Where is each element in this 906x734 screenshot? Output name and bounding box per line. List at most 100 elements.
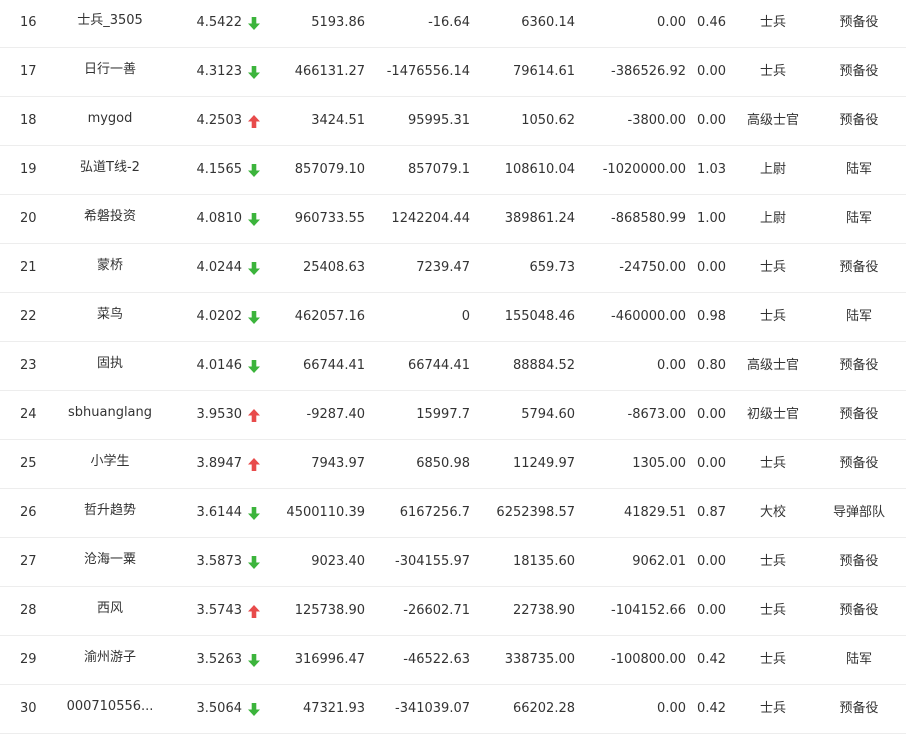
trader-name-link[interactable]: mygod [58, 97, 162, 145]
value-cell-1: 66744.41 [302, 358, 365, 373]
trend-cell [247, 636, 261, 684]
rank-cell: 24 [20, 407, 37, 422]
value-cell-5: 0.42 [697, 701, 726, 716]
value-cell-1: -9287.40 [306, 407, 365, 422]
rank-cell: 23 [20, 358, 37, 373]
table-row[interactable]: 20 希磐投资 4.0810 960733.55 1242204.44 389861.24… [0, 195, 906, 244]
value-cell-2: -304155.97 [395, 554, 470, 569]
value-cell-3: 18135.60 [512, 554, 575, 569]
table-row[interactable]: 19 弘道T线-2 4.1565 857079.10 857079.1 108610.04… [0, 146, 906, 195]
table-row[interactable]: 29 渝州游子 3.5263 316996.47 -46522.63 338735.00 -… [0, 636, 906, 685]
value-cell-2: 1242204.44 [391, 211, 470, 226]
value-cell-3: 155048.46 [504, 309, 575, 324]
value-cell-1: 466131.27 [294, 64, 365, 79]
military-rank-cell: 士兵 [759, 260, 786, 275]
score-cell: 4.3123 [196, 64, 243, 79]
trader-name-link[interactable]: 弘道T线-2 [58, 146, 162, 194]
table-row[interactable]: 30 000710556... 3.5064 47321.93 -341039.07 66… [0, 685, 906, 734]
value-cell-3: 6360.14 [521, 15, 575, 30]
table-row[interactable]: 18 mygod 4.2503 3424.51 95995.31 1050.62 -3800… [0, 97, 906, 146]
value-cell-2: -46522.63 [403, 652, 470, 667]
trader-name-link[interactable]: 哲升趋势 [58, 489, 162, 537]
trend-cell [247, 587, 261, 635]
table-row[interactable]: 16 士兵_3505 4.5422 5193.86 -16.64 6360.14 0.00 0… [0, 0, 906, 48]
value-cell-3: 338735.00 [504, 652, 575, 667]
arrow-down-icon [248, 262, 260, 275]
table-row[interactable]: 21 蒙桥 4.0244 25408.63 7239.47 659.73 -24750.00… [0, 244, 906, 293]
value-cell-5: 0.87 [697, 505, 726, 520]
trader-name-link[interactable]: 固执 [58, 342, 162, 390]
score-cell: 4.0202 [196, 309, 243, 324]
unit-cell: 预备役 [839, 113, 879, 128]
value-cell-2: 6167256.7 [399, 505, 470, 520]
table-row[interactable]: 23 固执 4.0146 66744.41 66744.41 88884.52 0.00 0.… [0, 342, 906, 391]
trader-name-link[interactable]: 日行一善 [58, 48, 162, 96]
table-row[interactable]: 28 西风 3.5743 125738.90 -26602.71 22738.90 -104… [0, 587, 906, 636]
value-cell-4: -868580.99 [611, 211, 686, 226]
value-cell-3: 5794.60 [521, 407, 575, 422]
trend-cell [247, 342, 261, 390]
value-cell-3: 389861.24 [504, 211, 575, 226]
table-row[interactable]: 27 沧海一粟 3.5873 9023.40 -304155.97 18135.60 906… [0, 538, 906, 587]
score-cell: 3.8947 [196, 456, 243, 471]
value-cell-1: 25408.63 [302, 260, 365, 275]
score-cell: 3.6144 [196, 505, 243, 520]
value-cell-4: -104152.66 [611, 603, 686, 618]
value-cell-2: 15997.7 [416, 407, 470, 422]
trader-name-link[interactable]: 蒙桥 [58, 244, 162, 292]
rank-cell: 26 [20, 505, 37, 520]
value-cell-3: 88884.52 [512, 358, 575, 373]
score-cell: 3.5743 [196, 603, 243, 618]
value-cell-5: 0.00 [697, 456, 726, 471]
trend-cell [247, 685, 261, 733]
trader-name-link[interactable]: 000710556... [58, 685, 162, 733]
value-cell-1: 125738.90 [294, 603, 365, 618]
table-row[interactable]: 25 小学生 3.8947 7943.97 6850.98 11249.97 1305.00… [0, 440, 906, 489]
value-cell-2: 0 [461, 309, 470, 324]
trader-name-link[interactable]: 沧海一粟 [58, 538, 162, 586]
value-cell-5: 0.46 [697, 15, 726, 30]
value-cell-1: 462057.16 [294, 309, 365, 324]
value-cell-2: 857079.1 [407, 162, 470, 177]
trend-cell [247, 146, 261, 194]
rank-cell: 17 [20, 64, 37, 79]
value-cell-4: -24750.00 [619, 260, 686, 275]
trader-name-link[interactable]: 渝州游子 [58, 636, 162, 684]
unit-cell: 预备役 [839, 260, 879, 275]
value-cell-2: -341039.07 [395, 701, 470, 716]
unit-cell: 陆军 [845, 309, 872, 324]
trader-name-link[interactable]: sbhuanglang [58, 391, 162, 439]
value-cell-1: 47321.93 [302, 701, 365, 716]
value-cell-1: 4500110.39 [286, 505, 365, 520]
trader-name-link[interactable]: 菜鸟 [58, 293, 162, 341]
table-row[interactable]: 26 哲升趋势 3.6144 4500110.39 6167256.7 6252398.5… [0, 489, 906, 538]
value-cell-5: 0.00 [697, 260, 726, 275]
military-rank-cell: 士兵 [759, 456, 786, 471]
trend-cell [247, 244, 261, 292]
trader-name-link[interactable]: 希磐投资 [58, 195, 162, 243]
value-cell-5: 0.80 [697, 358, 726, 373]
value-cell-5: 1.03 [697, 162, 726, 177]
table-row[interactable]: 24 sbhuanglang 3.9530 -9287.40 15997.7 5794.6… [0, 391, 906, 440]
value-cell-1: 960733.55 [294, 211, 365, 226]
unit-cell: 预备役 [839, 358, 879, 373]
trader-name-link[interactable]: 西风 [58, 587, 162, 635]
value-cell-3: 1050.62 [521, 113, 575, 128]
value-cell-4: 9062.01 [632, 554, 686, 569]
military-rank-cell: 士兵 [759, 652, 786, 667]
table-row[interactable]: 22 菜鸟 4.0202 462057.16 0 155048.46 -460000.00 0… [0, 293, 906, 342]
value-cell-1: 9023.40 [311, 554, 365, 569]
trader-name-link[interactable]: 小学生 [58, 440, 162, 488]
score-cell: 4.5422 [196, 15, 243, 30]
rank-cell: 20 [20, 211, 37, 226]
value-cell-3: 11249.97 [512, 456, 575, 471]
trader-name-link[interactable]: 士兵_3505 [58, 0, 162, 47]
unit-cell: 陆军 [845, 652, 872, 667]
unit-cell: 预备役 [839, 456, 879, 471]
value-cell-4: 1305.00 [632, 456, 686, 471]
score-cell: 3.5064 [196, 701, 243, 716]
value-cell-3: 659.73 [529, 260, 576, 275]
table-row[interactable]: 17 日行一善 4.3123 466131.27 -1476556.14 79614.61… [0, 48, 906, 97]
value-cell-4: -460000.00 [611, 309, 686, 324]
arrow-down-icon [248, 360, 260, 373]
